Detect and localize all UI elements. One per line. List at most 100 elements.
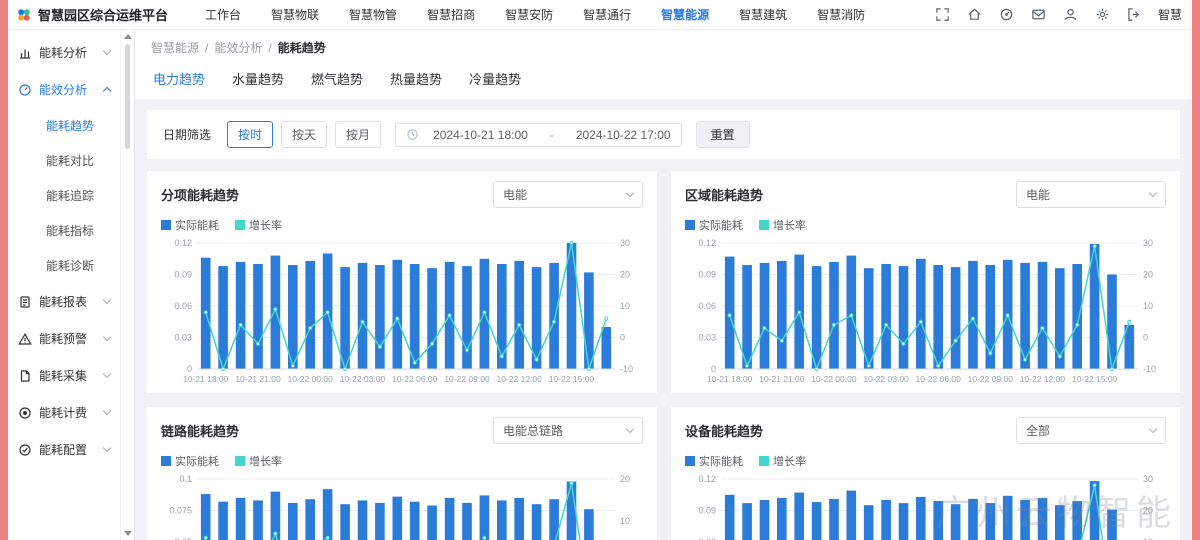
sidebar-item-energy-compare[interactable]: 能耗对比 xyxy=(8,143,120,178)
sidebar: 能耗分析 能效分析 能耗趋势 能耗对比 能耗追踪 能耗指标 能耗诊断 能耗报表 … xyxy=(8,30,120,540)
svg-text:0: 0 xyxy=(187,364,192,374)
energy-type-select[interactable]: 电能 xyxy=(1016,181,1166,208)
sidebar-scrollbar[interactable] xyxy=(120,30,135,540)
panel-title: 设备能耗趋势 xyxy=(685,421,763,440)
user-icon[interactable] xyxy=(1063,7,1078,22)
nav-item-iot[interactable]: 智慧物联 xyxy=(256,0,334,30)
date-range-picker[interactable]: 2024-10-21 18:00 - 2024-10-22 17:00 xyxy=(395,123,682,147)
scroll-down-arrow-icon[interactable] xyxy=(124,531,132,536)
breadcrumb-item[interactable]: 智慧能源 xyxy=(151,39,199,56)
chart-panel-device-energy: 设备能耗趋势 全部 实际能耗 增长率 00.030.060.090.12-100… xyxy=(671,407,1180,540)
chart-legend: 实际能耗 增长率 xyxy=(161,217,643,233)
svg-text:0.09: 0.09 xyxy=(174,270,192,280)
svg-text:10: 10 xyxy=(1143,301,1153,311)
date-range-end[interactable]: 2024-10-22 17:00 xyxy=(576,128,671,142)
mode-day-button[interactable]: 按天 xyxy=(281,121,327,148)
sidebar-item-energy-trend[interactable]: 能耗趋势 xyxy=(8,108,120,143)
reset-button[interactable]: 重置 xyxy=(696,121,750,148)
svg-text:10-21 21:00: 10-21 21:00 xyxy=(759,374,805,384)
chart-panel-link-energy: 链路能耗趋势 电能总链路 实际能耗 增长率 00.0250.050.0750.1… xyxy=(147,407,657,540)
mode-hour-button[interactable]: 按时 xyxy=(227,121,273,148)
panel-title: 分项能耗趋势 xyxy=(161,185,239,204)
tab-water-trend[interactable]: 水量趋势 xyxy=(232,69,284,88)
legend-actual-energy[interactable]: 实际能耗 xyxy=(685,453,743,469)
sidebar-item-energy-diagnosis[interactable]: 能耗诊断 xyxy=(8,248,120,283)
svg-text:30: 30 xyxy=(620,238,630,248)
energy-type-select[interactable]: 电能 xyxy=(493,181,643,208)
dashboard-icon[interactable] xyxy=(999,7,1014,22)
legend-swatch xyxy=(235,220,245,230)
nav-item-fire[interactable]: 智慧消防 xyxy=(802,0,880,30)
legend-growth-rate[interactable]: 增长率 xyxy=(759,217,806,233)
logo-icon xyxy=(16,7,32,23)
home-icon[interactable] xyxy=(967,7,982,22)
nav-item-access[interactable]: 智慧通行 xyxy=(568,0,646,30)
tab-heat-trend[interactable]: 热量趋势 xyxy=(390,69,442,88)
sidebar-item-label: 能耗报表 xyxy=(39,293,97,310)
legend-actual-energy[interactable]: 实际能耗 xyxy=(161,217,219,233)
left-edge-strip xyxy=(0,0,8,540)
svg-text:30: 30 xyxy=(1143,238,1153,248)
sidebar-item-efficiency-analysis[interactable]: 能效分析 xyxy=(8,71,120,108)
settings-icon[interactable] xyxy=(1095,7,1110,22)
fullscreen-icon[interactable] xyxy=(935,7,950,22)
link-select[interactable]: 电能总链路 xyxy=(493,417,643,444)
svg-text:10-22 06:00: 10-22 06:00 xyxy=(392,374,438,384)
logout-icon[interactable] xyxy=(1127,7,1142,22)
nav-item-energy[interactable]: 智慧能源 xyxy=(646,0,724,30)
legend-label: 增长率 xyxy=(773,453,806,469)
chart-grid: 分项能耗趋势 电能 实际能耗 增长率 00.030.060.090.12-100… xyxy=(147,171,1180,540)
svg-text:10-21 18:00: 10-21 18:00 xyxy=(707,374,753,384)
svg-text:0.06: 0.06 xyxy=(174,301,192,311)
scroll-up-arrow-icon[interactable] xyxy=(124,34,132,39)
legend-actual-energy[interactable]: 实际能耗 xyxy=(685,217,743,233)
nav-item-investment[interactable]: 智慧招商 xyxy=(412,0,490,30)
svg-text:0: 0 xyxy=(711,364,716,374)
nav-item-property[interactable]: 智慧物管 xyxy=(334,0,412,30)
svg-text:10-22 06:00: 10-22 06:00 xyxy=(916,374,962,384)
panel-header: 设备能耗趋势 全部 xyxy=(685,417,1166,444)
svg-text:0.06: 0.06 xyxy=(698,301,716,311)
main-content: 智慧能源 / 能效分析 / 能耗趋势 电力趋势 水量趋势 燃气趋势 热量趋势 冷… xyxy=(135,30,1192,540)
date-range-start[interactable]: 2024-10-21 18:00 xyxy=(433,128,528,142)
svg-text:20: 20 xyxy=(1143,270,1153,280)
sidebar-item-energy-collection[interactable]: 能耗采集 xyxy=(8,357,120,394)
mail-icon[interactable] xyxy=(1031,7,1046,22)
sidebar-item-energy-alert[interactable]: 能耗预警 xyxy=(8,320,120,357)
legend-growth-rate[interactable]: 增长率 xyxy=(235,217,282,233)
top-menu: 工作台 智慧物联 智慧物管 智慧招商 智慧安防 智慧通行 智慧能源 智慧建筑 智… xyxy=(190,0,880,30)
breadcrumb-separator: / xyxy=(268,41,271,55)
config-icon xyxy=(18,443,32,457)
sidebar-item-energy-report[interactable]: 能耗报表 xyxy=(8,283,120,320)
mode-month-button[interactable]: 按月 xyxy=(335,121,381,148)
device-select[interactable]: 全部 xyxy=(1016,417,1166,444)
breadcrumb-item[interactable]: 能效分析 xyxy=(214,39,262,56)
sidebar-item-energy-indicator[interactable]: 能耗指标 xyxy=(8,213,120,248)
chart-canvas: 00.030.060.090.12-10010203010-21 18:0010… xyxy=(685,235,1166,385)
sidebar-item-energy-analysis[interactable]: 能耗分析 xyxy=(8,34,120,71)
svg-text:0.03: 0.03 xyxy=(174,333,192,343)
sidebar-item-label: 能效分析 xyxy=(39,81,97,98)
sidebar-item-energy-config[interactable]: 能耗配置 xyxy=(8,431,120,468)
tab-electric-trend[interactable]: 电力趋势 xyxy=(153,69,205,88)
svg-text:20: 20 xyxy=(620,270,630,280)
tab-cool-trend[interactable]: 冷量趋势 xyxy=(469,69,521,88)
legend-label: 实际能耗 xyxy=(175,453,219,469)
legend-actual-energy[interactable]: 实际能耗 xyxy=(161,453,219,469)
scrollbar-thumb[interactable] xyxy=(125,44,130,149)
svg-text:0.03: 0.03 xyxy=(698,333,716,343)
nav-item-security[interactable]: 智慧安防 xyxy=(490,0,568,30)
sidebar-item-energy-billing[interactable]: 能耗计费 xyxy=(8,394,120,431)
tab-gas-trend[interactable]: 燃气趋势 xyxy=(311,69,363,88)
select-value: 电能总链路 xyxy=(503,422,563,439)
legend-swatch xyxy=(685,220,695,230)
sidebar-item-label: 能耗配置 xyxy=(39,441,97,458)
app-title: 智慧园区综合运维平台 xyxy=(38,5,168,24)
legend-growth-rate[interactable]: 增长率 xyxy=(235,453,282,469)
sidebar-item-energy-trace[interactable]: 能耗追踪 xyxy=(8,178,120,213)
nav-item-building[interactable]: 智慧建筑 xyxy=(724,0,802,30)
breadcrumb-separator: / xyxy=(205,41,208,55)
legend-growth-rate[interactable]: 增长率 xyxy=(759,453,806,469)
nav-item-workbench[interactable]: 工作台 xyxy=(190,0,256,30)
gauge-icon xyxy=(18,83,32,97)
